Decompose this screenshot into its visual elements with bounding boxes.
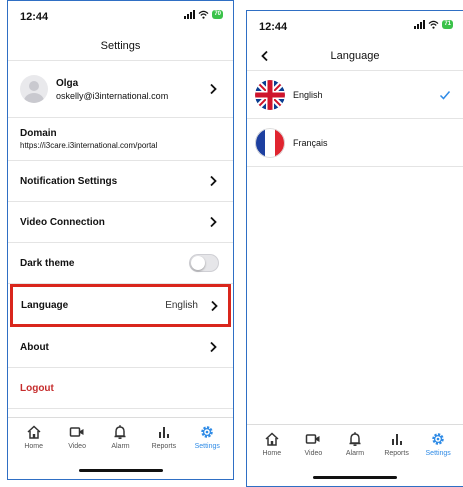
tab-label: Home	[24, 443, 44, 450]
notification-settings-row[interactable]: Notification Settings	[8, 161, 233, 202]
tab-label: Settings	[194, 443, 220, 450]
tab-reports[interactable]: Reports	[144, 424, 184, 450]
tab-home[interactable]: Home	[14, 424, 54, 450]
status-time: 12:44	[259, 21, 288, 33]
tab-label: Reports	[151, 443, 177, 450]
language-option-english[interactable]: English	[247, 71, 463, 119]
gear-icon	[201, 426, 213, 438]
domain-label: Domain	[20, 128, 57, 139]
tab-video[interactable]: Video	[57, 424, 97, 450]
battery-icon: 70	[212, 10, 223, 19]
tab-alarm[interactable]: Alarm	[335, 431, 375, 457]
tab-reports[interactable]: Reports	[377, 431, 417, 457]
home-indicator	[313, 476, 397, 479]
tab-label: Settings	[425, 450, 451, 457]
dark-theme-toggle[interactable]	[189, 254, 219, 272]
status-icons: 71	[414, 20, 453, 29]
dark-theme-label: Dark theme	[20, 257, 75, 269]
language-name: Français	[293, 137, 328, 148]
chevron-right-icon	[210, 341, 217, 353]
tab-bar: Home Video Alarm Reports Settings	[247, 424, 463, 486]
settings-screen: 12:44 70 Settings Olga oskelly@i3interna…	[7, 0, 234, 480]
checkmark-icon	[439, 90, 451, 100]
video-connection-label: Video Connection	[20, 216, 105, 228]
video-icon	[306, 434, 320, 444]
avatar	[20, 75, 48, 103]
status-bar: 12:44 70	[8, 1, 233, 31]
video-connection-row[interactable]: Video Connection	[8, 202, 233, 243]
logout-button[interactable]: Logout	[20, 383, 54, 394]
notification-settings-label: Notification Settings	[20, 175, 118, 187]
tab-label: Alarm	[345, 450, 365, 457]
chevron-right-icon	[210, 83, 217, 95]
profile-email: oskelly@i3international.com	[56, 90, 169, 101]
profile-name: Olga	[56, 77, 79, 89]
bar-chart-icon	[158, 427, 169, 438]
tab-label: Video	[304, 450, 323, 457]
dark-theme-row: Dark theme	[8, 243, 233, 284]
video-icon	[69, 427, 84, 437]
bar-chart-icon	[391, 434, 402, 445]
status-time: 12:44	[20, 11, 49, 23]
home-icon	[265, 432, 279, 446]
signal-icon	[184, 10, 196, 19]
tab-label: Home	[262, 450, 282, 457]
chevron-right-icon	[210, 216, 217, 228]
tab-bar: Home Video Alarm Reports Settings	[8, 417, 233, 479]
page-title: Language	[330, 50, 380, 62]
about-row[interactable]: About	[8, 327, 233, 368]
wifi-icon	[428, 20, 439, 29]
home-icon	[27, 425, 41, 439]
gear-icon	[432, 433, 444, 445]
about-label: About	[20, 341, 49, 353]
status-bar: 12:44 71	[247, 11, 463, 41]
language-screen: 12:44 71 Language English Français Home …	[246, 10, 463, 487]
tab-video[interactable]: Video	[293, 431, 333, 457]
page-title: Settings	[100, 40, 141, 52]
chevron-right-icon	[210, 175, 217, 187]
language-label: Language	[21, 300, 69, 311]
battery-icon: 71	[442, 20, 453, 29]
profile-row[interactable]: Olga oskelly@i3international.com	[8, 61, 233, 118]
uk-flag-icon	[255, 79, 285, 110]
domain-url: https://i3care.i3international.com/porta…	[20, 141, 158, 150]
bell-icon	[114, 425, 126, 439]
language-name: English	[293, 89, 323, 100]
bell-icon	[349, 432, 361, 446]
tab-alarm[interactable]: Alarm	[100, 424, 140, 450]
tab-label: Video	[68, 443, 86, 450]
domain-row: Domain https://i3care.i3international.co…	[8, 118, 233, 161]
language-value: English	[165, 299, 198, 311]
home-indicator	[78, 469, 163, 472]
tab-settings[interactable]: Settings	[187, 424, 227, 450]
logout-row[interactable]: Logout	[8, 368, 233, 409]
nav-header: Settings	[8, 31, 233, 61]
tab-label: Alarm	[111, 443, 130, 450]
chevron-right-icon	[211, 300, 218, 311]
tab-label: Reports	[384, 450, 409, 457]
wifi-icon	[198, 10, 209, 19]
language-row[interactable]: Language English	[10, 284, 231, 327]
language-option-french[interactable]: Français	[247, 119, 463, 167]
fr-flag-icon	[255, 127, 285, 158]
status-icons: 70	[184, 10, 223, 19]
signal-icon	[414, 20, 426, 29]
tab-home[interactable]: Home	[252, 431, 292, 457]
tab-settings[interactable]: Settings	[418, 431, 458, 457]
nav-header: Language	[247, 41, 463, 71]
